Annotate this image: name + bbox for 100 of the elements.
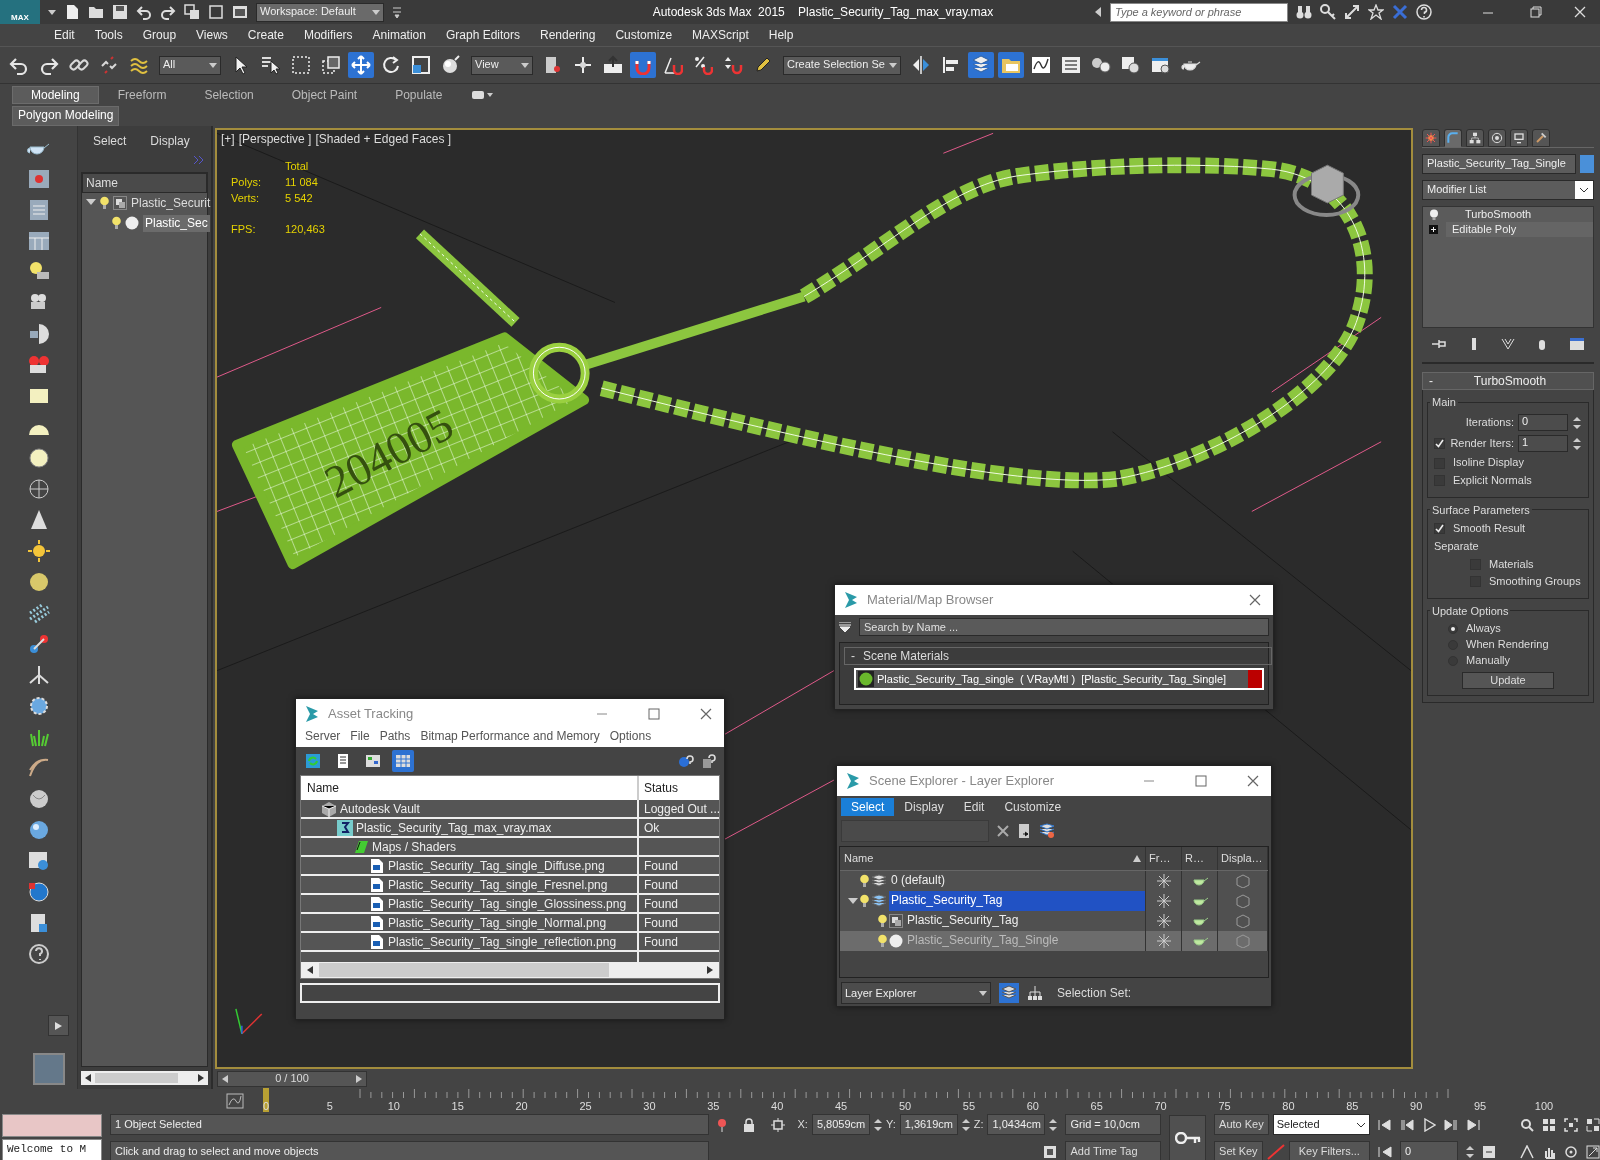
window-title: Scene Explorer - Layer Explorer bbox=[869, 773, 1055, 789]
menu-tab[interactable]: Select bbox=[841, 798, 895, 817]
menu-item[interactable]: Paths bbox=[374, 729, 416, 744]
tree-item[interactable]: Plastic_Security_Tag bbox=[905, 911, 1145, 932]
frame-number: 5 bbox=[326, 1100, 333, 1114]
number-field[interactable]: 1 bbox=[1518, 435, 1568, 453]
tree-item[interactable]: 0 (default) bbox=[889, 871, 1145, 892]
rollout-toggle[interactable]: - bbox=[1429, 374, 1433, 389]
frame-number: 0 bbox=[262, 1100, 270, 1114]
asset-status: Ok bbox=[644, 820, 660, 835]
grid-size: Grid = 10,0cm bbox=[1065, 1114, 1161, 1135]
object-name-field[interactable]: Plastic_Security_Tag_Single bbox=[1422, 154, 1576, 174]
ribbon-tab[interactable]: Object Paint bbox=[272, 85, 377, 105]
menu-tab[interactable]: Customize bbox=[994, 798, 1072, 817]
toolbar-dropdown[interactable]: Create Selection Se bbox=[783, 55, 901, 75]
menu-item[interactable]: Animation bbox=[362, 27, 436, 43]
coordinate-field[interactable]: 5,8059cm bbox=[811, 1114, 870, 1135]
ribbon-tab[interactable]: Freeform bbox=[98, 85, 186, 105]
frame-field[interactable]: 0 bbox=[1400, 1141, 1458, 1160]
menu-tab[interactable]: Display bbox=[894, 798, 954, 817]
asset-name[interactable]: Plastic_Security_Tag_single_Glossiness.png bbox=[388, 896, 627, 912]
asset-name[interactable]: Maps / Shaders bbox=[372, 839, 457, 855]
ribbon-tab[interactable]: Selection bbox=[185, 85, 273, 105]
viewport-menu[interactable]: [Shaded + Edged Faces ] bbox=[315, 132, 452, 147]
asset-name[interactable]: Plastic_Security_Tag_single_Fresnel.png bbox=[388, 877, 608, 893]
layer-row[interactable]: Plastic_Security_Tag bbox=[840, 911, 1268, 932]
auto-key-button[interactable]: Auto Key bbox=[1214, 1114, 1269, 1135]
menu-item[interactable]: Edit bbox=[44, 27, 85, 43]
menu-item[interactable]: Help bbox=[758, 27, 804, 43]
ribbon-tab[interactable]: Populate bbox=[376, 85, 462, 105]
menu-item[interactable]: Views bbox=[186, 27, 238, 43]
layer-row[interactable]: Plastic_Security_Tag bbox=[840, 891, 1268, 912]
column-header[interactable]: Status bbox=[644, 781, 679, 796]
asset-status: Found bbox=[644, 934, 679, 949]
group-title: Surface Parameters bbox=[1431, 503, 1531, 516]
column-header[interactable]: Displa… bbox=[1221, 852, 1263, 866]
menu-tab[interactable]: Edit bbox=[953, 798, 995, 817]
coordinate-field[interactable]: 1,0434cm bbox=[987, 1114, 1046, 1135]
tree-item[interactable]: Plastic_Security_Tag bbox=[889, 891, 1145, 912]
toolbar-dropdown[interactable]: View bbox=[471, 55, 533, 75]
asset-name[interactable]: Plastic_Security_Tag_single_Diffuse.png bbox=[388, 858, 605, 874]
key-filters-button[interactable]: Key Filters... bbox=[1288, 1141, 1370, 1160]
rollout-title[interactable]: TurboSmooth bbox=[1433, 374, 1587, 389]
material-item[interactable]: Plastic_Security_Tag_single ( VRayMtl ) [Plastic_Security_Tag_Single] bbox=[854, 668, 1264, 691]
set-key-button[interactable]: Set Key bbox=[1214, 1141, 1263, 1160]
add-time-tag-button[interactable]: Add Time Tag bbox=[1065, 1141, 1161, 1160]
group-title[interactable]: Scene Materials bbox=[863, 649, 950, 664]
key-mode-dropdown[interactable]: Selected bbox=[1272, 1114, 1370, 1135]
column-header[interactable]: Name bbox=[844, 852, 1131, 866]
layer-row[interactable]: 0 (default) bbox=[840, 871, 1268, 892]
menu-item[interactable]: Graph Editors bbox=[435, 27, 530, 43]
asset-status: Logged Out ... bbox=[644, 801, 721, 816]
modifier-list-dropdown[interactable]: Modifier List bbox=[1422, 180, 1594, 200]
asset-name[interactable]: Plastic_Security_Tag_single_reflection.png bbox=[388, 934, 617, 950]
asset-name[interactable]: Plastic_Security_Tag_single_Normal.png bbox=[388, 915, 607, 931]
stack-item[interactable]: TurboSmooth bbox=[1447, 207, 1538, 223]
frame-number: 95 bbox=[1473, 1100, 1487, 1114]
search-field[interactable]: Search by Name ... bbox=[859, 618, 1269, 636]
coordinate-field[interactable]: 1,3619cm bbox=[899, 1114, 958, 1135]
option-label: Manually bbox=[1466, 654, 1511, 668]
menu-item[interactable]: Create bbox=[237, 27, 294, 43]
column-header[interactable]: Fr… bbox=[1149, 852, 1171, 866]
toolbar-dropdown[interactable]: All bbox=[159, 55, 221, 75]
selection-status: 1 Object Selected bbox=[110, 1114, 710, 1135]
tree-item[interactable]: Plastic_Securit bbox=[131, 196, 211, 211]
menu-item[interactable]: Server bbox=[300, 729, 346, 744]
column-header[interactable]: Name bbox=[307, 781, 339, 796]
menu-item[interactable]: Customize bbox=[605, 27, 683, 43]
ribbon-tab[interactable]: Modeling bbox=[12, 85, 99, 105]
menu-item[interactable]: Options bbox=[604, 729, 657, 744]
option-label: Isoline Display bbox=[1453, 456, 1524, 470]
number-field[interactable]: 0 bbox=[1518, 414, 1568, 432]
column-header[interactable]: Name bbox=[82, 173, 207, 194]
app-menu-button[interactable]: MAX bbox=[0, 0, 40, 24]
panel-tab[interactable]: Display bbox=[150, 134, 190, 156]
viewport-menu[interactable]: [Perspective ] bbox=[238, 132, 312, 147]
workspace-dropdown[interactable]: Workspace: Default bbox=[256, 2, 384, 22]
option-label: Explicit Normals bbox=[1453, 473, 1532, 487]
asset-name[interactable]: Autodesk Vault bbox=[340, 801, 420, 817]
frame-counter[interactable]: 0 / 100 bbox=[217, 1071, 367, 1087]
tree-item[interactable]: Plastic_Sec bbox=[143, 215, 210, 232]
explorer-mode-dropdown[interactable]: Layer Explorer bbox=[841, 982, 991, 1005]
asset-name[interactable]: Plastic_Security_Tag_max_vray.max bbox=[356, 820, 552, 836]
coordinate-label: X: bbox=[797, 1117, 808, 1132]
viewport-menu[interactable]: [+] bbox=[221, 132, 235, 147]
panel-tab[interactable]: Select bbox=[93, 134, 127, 156]
menu-item[interactable]: Rendering bbox=[530, 27, 606, 43]
ribbon-panel-tab[interactable]: Polygon Modeling bbox=[12, 106, 120, 126]
update-button[interactable]: Update bbox=[1462, 671, 1554, 689]
frame-number: 15 bbox=[451, 1100, 464, 1114]
menu-item[interactable]: Group bbox=[132, 27, 187, 43]
stack-item[interactable]: Editable Poly bbox=[1446, 222, 1593, 238]
menu-item[interactable]: Bitmap Performance and Memory bbox=[415, 729, 605, 744]
listener-output[interactable]: Welcome to M bbox=[2, 1139, 102, 1160]
menu-item[interactable]: MAXScript bbox=[682, 27, 759, 43]
menu-item[interactable]: File bbox=[345, 729, 375, 744]
menu-item[interactable]: Tools bbox=[84, 27, 133, 43]
column-header[interactable]: R… bbox=[1185, 852, 1204, 866]
search-field[interactable]: Type a keyword or phrase bbox=[1110, 2, 1288, 22]
menu-item[interactable]: Modifiers bbox=[293, 27, 363, 43]
